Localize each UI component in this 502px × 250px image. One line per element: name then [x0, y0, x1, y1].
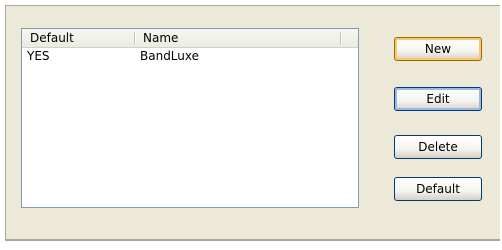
list-header: Default Name: [22, 29, 358, 48]
row-default-value: YES: [27, 49, 50, 63]
new-button[interactable]: New: [394, 37, 482, 61]
list-item[interactable]: YES BandLuxe: [22, 48, 358, 64]
delete-button[interactable]: Delete: [394, 135, 482, 159]
edit-button[interactable]: Edit: [394, 87, 482, 111]
column-header-name[interactable]: Name: [135, 29, 340, 47]
profile-list[interactable]: Default Name YES BandLuxe: [21, 28, 359, 208]
default-button[interactable]: Default: [394, 177, 482, 201]
row-name-value: BandLuxe: [140, 49, 200, 63]
column-header-default[interactable]: Default: [22, 29, 134, 47]
column-separator[interactable]: [340, 32, 341, 45]
